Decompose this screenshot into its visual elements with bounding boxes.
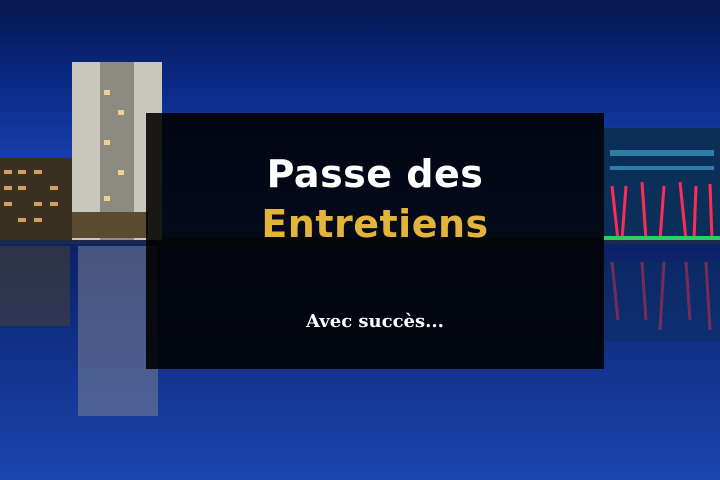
hero-banner: Passe des Entretiens Avec succès... [0,0,720,480]
headline-overlay-box: Passe des Entretiens Avec succès... [146,113,604,369]
tagline: Avec succès... [306,311,444,332]
headline-line-2: Entretiens [261,202,489,246]
headline-line-1: Passe des [266,152,484,196]
